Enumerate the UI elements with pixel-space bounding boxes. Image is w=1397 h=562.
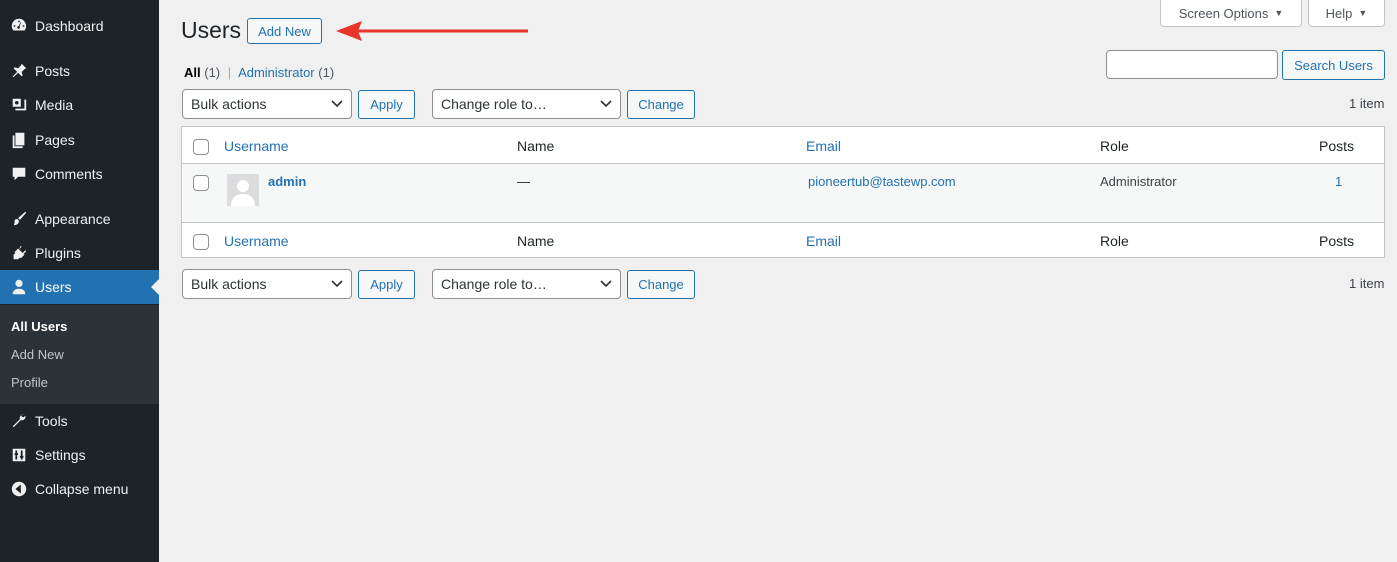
add-new-button[interactable]: Add New bbox=[247, 18, 322, 44]
avatar bbox=[227, 174, 259, 206]
sidebar-item-pages[interactable]: Pages bbox=[0, 123, 159, 157]
triangle-down-icon: ▼ bbox=[1358, 8, 1368, 18]
table-footer-row: Username Name Email Role Posts bbox=[182, 222, 1384, 258]
column-username[interactable]: Username bbox=[224, 138, 289, 154]
help-button[interactable]: Help ▼ bbox=[1308, 0, 1385, 27]
table-row: admin — pioneertub@tastewp.com Administr… bbox=[182, 164, 1384, 222]
column-name-footer: Name bbox=[517, 233, 555, 249]
media-icon bbox=[0, 88, 35, 122]
admin-sidebar: Dashboard Posts Media Pages Comments App… bbox=[0, 0, 159, 562]
search-input[interactable] bbox=[1106, 50, 1278, 79]
sidebar-item-media[interactable]: Media bbox=[0, 88, 159, 122]
filter-separator: | bbox=[227, 65, 232, 80]
chevron-down-icon bbox=[331, 100, 343, 108]
filter-administrator-link[interactable]: Administrator bbox=[238, 65, 315, 80]
sidebar-item-posts[interactable]: Posts bbox=[0, 54, 159, 88]
sidebar-item-label: Comments bbox=[35, 166, 103, 182]
triangle-down-icon: ▼ bbox=[1274, 8, 1284, 18]
sidebar-item-label: Appearance bbox=[35, 211, 111, 227]
chevron-down-icon bbox=[600, 100, 612, 108]
annotation-arrow-icon bbox=[336, 21, 528, 41]
change-role-value: Change role to… bbox=[441, 276, 547, 292]
users-submenu: All Users Add New Profile bbox=[0, 305, 159, 404]
bulk-actions-value: Bulk actions bbox=[191, 276, 267, 292]
change-role-select-bottom[interactable]: Change role to… bbox=[432, 269, 621, 299]
user-email-link[interactable]: pioneertub@tastewp.com bbox=[808, 174, 956, 189]
select-all-checkbox-footer[interactable] bbox=[193, 234, 209, 250]
plug-icon bbox=[0, 236, 35, 270]
default-avatar-icon bbox=[227, 174, 259, 206]
sidebar-item-appearance[interactable]: Appearance bbox=[0, 202, 159, 236]
change-role-select[interactable]: Change role to… bbox=[432, 89, 621, 119]
column-email[interactable]: Email bbox=[806, 138, 841, 154]
column-email-footer[interactable]: Email bbox=[806, 233, 841, 249]
sidebar-item-plugins[interactable]: Plugins bbox=[0, 236, 159, 270]
bulk-actions-select[interactable]: Bulk actions bbox=[182, 89, 352, 119]
column-posts: Posts bbox=[1319, 138, 1355, 154]
filter-all-link[interactable]: All bbox=[184, 65, 201, 80]
user-name: — bbox=[517, 174, 530, 189]
sidebar-item-label: Settings bbox=[35, 447, 86, 463]
row-checkbox[interactable] bbox=[193, 175, 209, 191]
bulk-actions-select-bottom[interactable]: Bulk actions bbox=[182, 269, 352, 299]
change-role-button-bottom[interactable]: Change bbox=[627, 270, 695, 299]
sidebar-item-settings[interactable]: Settings bbox=[0, 438, 159, 472]
column-role-footer: Role bbox=[1100, 233, 1129, 249]
wrench-icon bbox=[0, 404, 35, 438]
settings-icon bbox=[0, 438, 35, 472]
page-title: Users bbox=[181, 17, 242, 43]
help-label: Help bbox=[1325, 5, 1353, 21]
submenu-add-new[interactable]: Add New bbox=[11, 347, 64, 362]
collapse-icon bbox=[0, 472, 35, 506]
submenu-profile[interactable]: Profile bbox=[11, 375, 48, 390]
sidebar-item-label: Plugins bbox=[35, 245, 81, 261]
pin-icon bbox=[0, 54, 35, 88]
sidebar-item-label: Posts bbox=[35, 63, 71, 79]
sidebar-item-comments[interactable]: Comments bbox=[0, 157, 159, 191]
change-role-button[interactable]: Change bbox=[627, 90, 695, 119]
user-role-filters: All (1) | Administrator (1) bbox=[184, 65, 334, 80]
comment-icon bbox=[0, 157, 35, 191]
select-all-checkbox[interactable] bbox=[193, 139, 209, 155]
sidebar-item-label: Pages bbox=[35, 132, 75, 148]
submenu-all-users[interactable]: All Users bbox=[11, 319, 67, 334]
user-role: Administrator bbox=[1100, 174, 1177, 189]
sidebar-item-label: Media bbox=[35, 97, 74, 113]
collapse-menu-button[interactable]: Collapse menu bbox=[0, 472, 159, 506]
sidebar-item-tools[interactable]: Tools bbox=[0, 404, 159, 438]
apply-button-bottom[interactable]: Apply bbox=[358, 270, 415, 299]
bulk-actions-value: Bulk actions bbox=[191, 96, 267, 112]
column-role: Role bbox=[1100, 138, 1129, 154]
user-posts-link[interactable]: 1 bbox=[1335, 174, 1342, 189]
sidebar-item-users[interactable]: Users bbox=[0, 270, 159, 304]
search-users-button[interactable]: Search Users bbox=[1282, 50, 1385, 80]
dashboard-icon bbox=[0, 9, 35, 43]
screen-options-button[interactable]: Screen Options ▼ bbox=[1160, 0, 1302, 27]
sidebar-item-label: Dashboard bbox=[35, 18, 104, 34]
sidebar-item-label: Users bbox=[35, 279, 72, 295]
column-username-footer[interactable]: Username bbox=[224, 233, 289, 249]
change-role-value: Change role to… bbox=[441, 96, 547, 112]
sidebar-item-label: Collapse menu bbox=[35, 481, 129, 497]
chevron-down-icon bbox=[331, 280, 343, 288]
apply-button[interactable]: Apply bbox=[358, 90, 415, 119]
user-icon bbox=[0, 270, 35, 304]
sidebar-item-label: Tools bbox=[35, 413, 68, 429]
screen-options-label: Screen Options bbox=[1178, 5, 1269, 21]
item-count-bottom: 1 item bbox=[1349, 276, 1385, 291]
brush-icon bbox=[0, 202, 35, 236]
users-table: Username Name Email Role Posts admin — p… bbox=[181, 126, 1385, 258]
username-link[interactable]: admin bbox=[268, 174, 306, 189]
sidebar-item-dashboard[interactable]: Dashboard bbox=[0, 9, 159, 43]
filter-administrator-count: (1) bbox=[318, 65, 335, 80]
pages-icon bbox=[0, 123, 35, 157]
table-header-row: Username Name Email Role Posts bbox=[182, 127, 1384, 164]
item-count: 1 item bbox=[1349, 96, 1385, 111]
chevron-down-icon bbox=[600, 280, 612, 288]
filter-all-count: (1) bbox=[204, 65, 221, 80]
column-posts-footer: Posts bbox=[1319, 233, 1355, 249]
column-name: Name bbox=[517, 138, 555, 154]
